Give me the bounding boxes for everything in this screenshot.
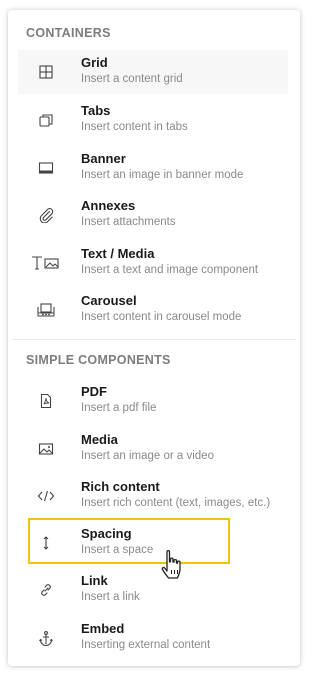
menu-item-pdf[interactable]: PDF Insert a pdf file	[18, 379, 288, 423]
menu-item-label: Tabs	[81, 103, 111, 118]
menu-item-description: Insert a content grid	[81, 73, 183, 85]
menu-item-description: Insert a pdf file	[81, 402, 157, 414]
anchor-icon	[36, 628, 56, 648]
menu-item-label: Banner	[81, 151, 126, 166]
menu-item-link[interactable]: Link Insert a link	[18, 568, 288, 612]
menu-item-description: Insert rich content (text, images, etc.)	[81, 497, 271, 509]
link-icon	[36, 580, 56, 600]
menu-item-description: Insert a space	[81, 544, 154, 556]
pdf-icon	[36, 391, 56, 411]
menu-item-description: Insert content in tabs	[81, 121, 188, 133]
banner-icon	[36, 158, 56, 178]
menu-item-description: Inserting external content	[81, 639, 211, 651]
menu-item-label: PDF	[81, 384, 107, 399]
menu-item-description: Insert a link	[81, 591, 140, 603]
menu-item-embed[interactable]: Embed Inserting external content	[18, 616, 288, 660]
menu-item-label: Rich content	[81, 479, 160, 494]
menu-item-carousel[interactable]: Carousel Insert content in carousel mode	[18, 288, 288, 332]
section-divider	[12, 339, 296, 340]
menu-item-spacing[interactable]: Spacing Insert a space	[18, 521, 288, 565]
image-icon	[36, 439, 56, 459]
section-title-simple-components: SIMPLE COMPONENTS	[26, 353, 171, 367]
menu-item-rich-content[interactable]: Rich content Insert rich content (text, …	[18, 474, 288, 518]
menu-item-label: Spacing	[81, 526, 132, 541]
code-icon	[36, 486, 56, 506]
menu-item-label: Media	[81, 432, 118, 447]
carousel-icon	[36, 300, 56, 320]
menu-item-description: Insert attachments	[81, 216, 176, 228]
menu-item-description: Insert a text and image component	[81, 264, 259, 276]
menu-item-label: Embed	[81, 621, 125, 636]
menu-item-banner[interactable]: Banner Insert an image in banner mode	[18, 146, 288, 190]
menu-item-description: Insert an image in banner mode	[81, 169, 244, 181]
text-media-icon	[30, 253, 60, 273]
section-title-containers: CONTAINERS	[26, 26, 111, 40]
menu-item-media[interactable]: Media Insert an image or a video	[18, 427, 288, 471]
menu-item-label: Grid	[81, 55, 108, 70]
menu-item-tabs[interactable]: Tabs Insert content in tabs	[18, 98, 288, 142]
menu-item-annexes[interactable]: Annexes Insert attachments	[18, 193, 288, 237]
menu-item-description: Insert content in carousel mode	[81, 311, 242, 323]
menu-item-label: Annexes	[81, 198, 136, 213]
grid-icon	[36, 62, 56, 82]
tabs-icon	[36, 110, 56, 130]
menu-item-grid[interactable]: Grid Insert a content grid	[18, 50, 288, 94]
menu-item-text-media[interactable]: Text / Media Insert a text and image com…	[18, 241, 288, 285]
menu-item-description: Insert an image or a video	[81, 450, 214, 462]
menu-item-label: Carousel	[81, 293, 137, 308]
paperclip-icon	[36, 205, 56, 225]
insert-component-menu: CONTAINERS Grid Insert a content grid Ta…	[8, 10, 300, 666]
menu-item-label: Text / Media	[81, 246, 155, 261]
menu-item-label: Link	[81, 573, 108, 588]
spacing-icon	[36, 533, 56, 553]
